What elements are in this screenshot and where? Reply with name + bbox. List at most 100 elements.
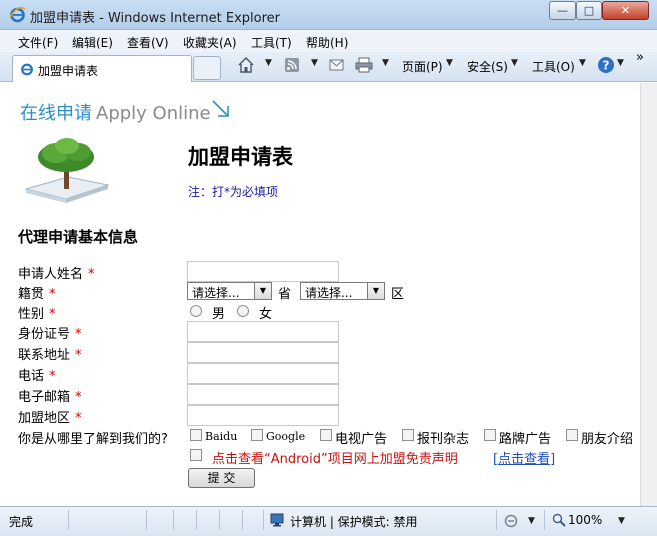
menu-favorites[interactable]: 收藏夹(A) [183, 34, 237, 51]
source-tv-label: 电视广告 [335, 432, 388, 447]
help-icon[interactable]: ? [597, 56, 615, 74]
required-star: * [75, 348, 82, 363]
menu-bar: 文件(F) 编辑(E) 查看(V) 收藏夹(A) 工具(T) 帮助(H) [0, 30, 657, 52]
popup-blocker-icon[interactable] [504, 513, 520, 528]
page-content: 在线申请 Apply Online 加盟申请表 注：打*为必填项 代理申请基本信息… [0, 83, 640, 506]
window-title: 加盟申请表 - Windows Internet Explorer [30, 11, 280, 26]
status-divider [242, 510, 243, 530]
source-google-label: Google [266, 430, 306, 443]
section-title: 代理申请基本信息 [18, 228, 139, 246]
menu-file[interactable]: 文件(F) [18, 34, 58, 51]
menu-help[interactable]: 帮助(H) [306, 34, 348, 51]
popup-blocker-dropdown-icon[interactable]: ▼ [528, 516, 535, 526]
chevron-down-icon: ▼ [254, 283, 271, 299]
district-select[interactable]: 请选择... ▼ [300, 282, 385, 300]
more-commands-button[interactable]: » [636, 50, 644, 65]
required-star: * [75, 411, 82, 426]
chevron-down-icon: ▼ [367, 283, 384, 299]
vertical-scrollbar[interactable] [640, 83, 657, 506]
zoom-icon[interactable] [552, 513, 566, 527]
source-friend-checkbox[interactable] [566, 429, 578, 441]
source-billboard-label: 路牌广告 [499, 432, 552, 447]
disclaimer-text: 点击查看“Android”项目网上加盟免责声明 [212, 452, 458, 467]
zoom-level[interactable]: 100% [568, 513, 602, 527]
status-text: 完成 [9, 515, 34, 529]
source-baidu-checkbox[interactable] [190, 429, 202, 441]
apply-online-header: 在线申请 Apply Online [20, 99, 211, 125]
form-title: 加盟申请表 [188, 144, 293, 169]
menu-tools[interactable]: 工具(T) [251, 34, 292, 51]
source-baidu-label: Baidu [205, 430, 238, 443]
status-divider [68, 510, 69, 530]
home-dropdown-icon[interactable]: ▼ [265, 58, 272, 68]
disclaimer-checkbox[interactable] [190, 449, 202, 461]
source-press-label: 报刊杂志 [417, 432, 470, 447]
source-friend-label: 朋友介绍 [581, 432, 634, 447]
tools-menu[interactable]: 工具(O) [532, 58, 575, 75]
gender-label: 性别 * [18, 307, 56, 322]
apply-header-cn: 在线申请 [20, 103, 92, 124]
required-star: * [75, 327, 82, 342]
required-star: * [49, 369, 56, 384]
title-bar: 加盟申请表 - Windows Internet Explorer — □ ✕ [0, 0, 657, 30]
safety-menu[interactable]: 安全(S) [467, 58, 508, 75]
gender-male-radio[interactable] [190, 305, 202, 317]
source-google-checkbox[interactable] [251, 429, 263, 441]
page-dropdown-icon[interactable]: ▼ [446, 58, 453, 68]
gender-male-label: 男 [212, 307, 226, 322]
close-button[interactable]: ✕ [602, 1, 649, 20]
ie-logo-icon [9, 6, 26, 23]
region-input[interactable] [187, 405, 339, 426]
address-input[interactable] [187, 342, 339, 363]
tree-book-logo [24, 138, 110, 203]
computer-zone-icon [270, 513, 284, 527]
province-select[interactable]: 请选择... ▼ [187, 282, 272, 300]
email-input[interactable] [187, 384, 339, 405]
name-input[interactable] [187, 261, 339, 282]
id-number-label: 身份证号 * [18, 327, 82, 342]
required-star: * [75, 390, 82, 405]
address-label: 联系地址 * [18, 348, 82, 363]
disclaimer-link[interactable]: [点击查看] [493, 448, 555, 467]
submit-button[interactable]: 提 交 [188, 468, 255, 488]
maximize-button[interactable]: □ [576, 1, 602, 20]
province-suffix: 省 [278, 287, 292, 302]
home-icon[interactable] [237, 56, 255, 74]
safety-dropdown-icon[interactable]: ▼ [511, 58, 518, 68]
status-bar: 完成 计算机 | 保护模式: 禁用 ▼ 100% ▼ [0, 506, 657, 536]
page-menu[interactable]: 页面(P) [402, 58, 443, 75]
feeds-dropdown-icon[interactable]: ▼ [311, 58, 318, 68]
zoom-dropdown-icon[interactable]: ▼ [618, 516, 625, 526]
menu-edit[interactable]: 编辑(E) [72, 34, 113, 51]
required-star: * [49, 307, 56, 322]
gender-female-label: 女 [259, 307, 273, 322]
status-divider [219, 510, 220, 530]
print-dropdown-icon[interactable]: ▼ [382, 58, 389, 68]
id-number-input[interactable] [187, 321, 339, 342]
tools-dropdown-icon[interactable]: ▼ [579, 58, 586, 68]
status-divider [146, 510, 147, 530]
menu-view[interactable]: 查看(V) [127, 34, 169, 51]
feeds-icon[interactable] [284, 57, 300, 73]
status-divider [496, 510, 497, 530]
source-press-checkbox[interactable] [402, 429, 414, 441]
phone-label: 电话 * [18, 369, 56, 384]
phone-input[interactable] [187, 363, 339, 384]
help-dropdown-icon[interactable]: ▼ [617, 58, 624, 68]
status-divider [173, 510, 174, 530]
gender-female-radio[interactable] [237, 305, 249, 317]
required-star: * [88, 267, 95, 282]
new-tab-button[interactable] [193, 56, 221, 80]
tab-current[interactable]: 加盟申请表 [12, 55, 192, 82]
name-label: 申请人姓名 * [18, 267, 95, 282]
source-billboard-checkbox[interactable] [484, 429, 496, 441]
print-icon[interactable] [355, 57, 373, 73]
tab-label: 加盟申请表 [38, 64, 99, 78]
tab-bar: 加盟申请表 ▼ ▼ ▼ 页面(P) ▼ 安全(S) ▼ 工具(O) ▼ ? ▼ … [0, 50, 657, 82]
source-tv-checkbox[interactable] [320, 429, 332, 441]
minimize-button[interactable]: — [549, 1, 576, 20]
email-label: 电子邮箱 * [18, 390, 82, 405]
mail-icon[interactable] [329, 58, 345, 72]
required-star: * [49, 287, 56, 302]
arrow-down-right-icon [212, 100, 229, 117]
